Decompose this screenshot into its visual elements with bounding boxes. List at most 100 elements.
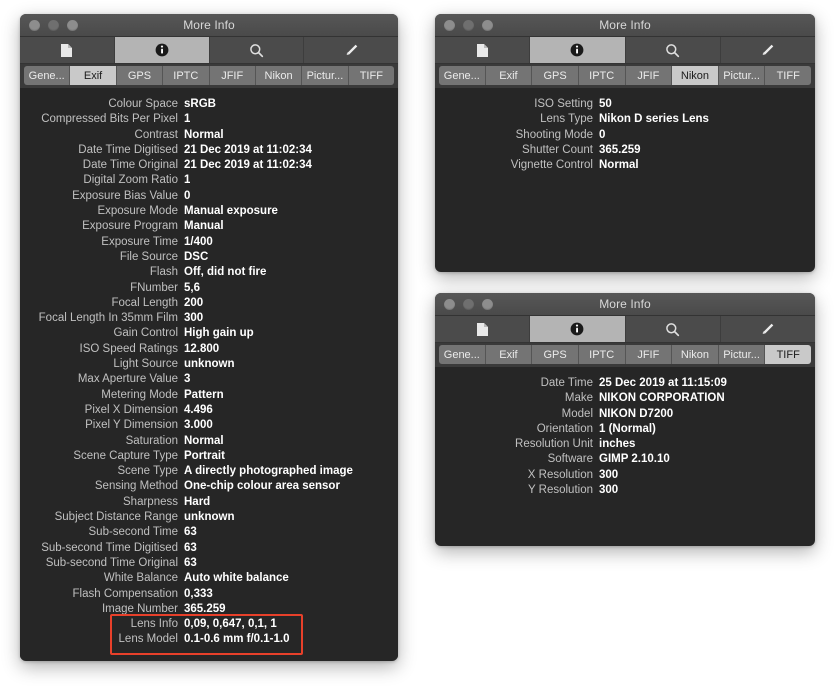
tab-general[interactable]: Gene... — [24, 66, 71, 85]
tab-nikon[interactable]: Nikon — [672, 345, 719, 364]
traffic-lights[interactable] — [20, 19, 78, 31]
search-icon-button[interactable] — [625, 316, 721, 342]
metadata-value: 1 — [184, 113, 191, 126]
metadata-row: Scene Type A directly photographed image — [20, 464, 398, 479]
metadata-row: Contrast Normal — [20, 128, 398, 143]
info-icon — [570, 322, 584, 336]
toolbar[interactable] — [20, 37, 398, 64]
metadata-value: 3 — [184, 373, 191, 386]
document-icon-button[interactable] — [20, 37, 115, 63]
metadata-label: Focal Length — [111, 296, 179, 309]
more-info-window-nikon[interactable]: More Info Gene... Exif GPS IPTC JFIF Nik… — [435, 14, 815, 272]
traffic-lights[interactable] — [435, 298, 493, 310]
metadata-value: 300 — [184, 312, 204, 325]
titlebar[interactable]: More Info — [435, 293, 815, 316]
metadata-label: X Resolution — [527, 468, 593, 481]
metadata-value: Auto white balance — [184, 572, 289, 585]
tab-jfif[interactable]: JFIF — [625, 345, 673, 364]
pencil-icon-button[interactable] — [304, 37, 398, 63]
metadata-row: File Source DSC — [20, 250, 398, 265]
tab-exif[interactable]: Exif — [485, 66, 533, 85]
close-button[interactable] — [444, 19, 455, 31]
minimize-button[interactable] — [463, 19, 474, 31]
metadata-row: Sub-second Time Digitised 63 — [20, 541, 398, 556]
metadata-label: Pixel X Dimension — [84, 403, 178, 416]
info-icon-button[interactable] — [114, 37, 210, 63]
tab-iptc[interactable]: IPTC — [578, 345, 626, 364]
metadata-label: Image Number — [101, 602, 178, 615]
tab-picture[interactable]: Pictur... — [302, 66, 349, 85]
more-info-window-exif[interactable]: More Info Gene... Exif GPS IPTC JFIF Nik… — [20, 14, 398, 661]
minimize-button[interactable] — [463, 298, 474, 310]
metadata-label: Colour Space — [108, 98, 178, 110]
search-icon-button[interactable] — [625, 37, 721, 63]
metadata-row: Shutter Count 365.259 — [435, 143, 815, 158]
info-icon-button[interactable] — [530, 316, 626, 342]
traffic-lights[interactable] — [435, 19, 493, 31]
titlebar[interactable]: More Info — [20, 14, 398, 37]
tab-picture[interactable]: Pictur... — [718, 66, 766, 85]
tab-general[interactable]: Gene... — [439, 345, 486, 364]
metadata-label: Sensing Method — [94, 480, 178, 493]
metadata-row: Flash Off, did not fire — [20, 265, 398, 280]
tab-jfif[interactable]: JFIF — [209, 66, 256, 85]
maximize-button[interactable] — [482, 19, 493, 31]
close-button[interactable] — [29, 19, 40, 31]
titlebar[interactable]: More Info — [435, 14, 815, 37]
tab-general[interactable]: Gene... — [439, 66, 486, 85]
tab-jfif[interactable]: JFIF — [625, 66, 673, 85]
tab-gps[interactable]: GPS — [116, 66, 164, 85]
pencil-icon-button[interactable] — [720, 37, 815, 63]
tab-nikon[interactable]: Nikon — [672, 66, 719, 85]
metadata-value: 1 (Normal) — [599, 422, 656, 435]
metadata-value: 300 — [599, 484, 619, 497]
metadata-label: Flash — [149, 266, 178, 279]
metadata-row: Make NIKON CORPORATION — [435, 391, 815, 406]
pencil-icon-button[interactable] — [720, 316, 815, 342]
metadata-row: Date Time Digitised 21 Dec 2019 at 11:02:… — [20, 143, 398, 158]
metadata-label: Y Resolution — [528, 484, 593, 497]
tab-exif[interactable]: Exif — [485, 345, 533, 364]
metadata-label: Max Aperture Value — [77, 373, 178, 386]
metadata-row: Exposure Time 1/400 — [20, 235, 398, 250]
tab-gps[interactable]: GPS — [532, 66, 579, 85]
tab-iptc[interactable]: IPTC — [578, 66, 626, 85]
metadata-value: 300 — [599, 468, 619, 481]
metadata-label: Lens Model — [118, 633, 178, 646]
metadata-value: 0,333 — [184, 587, 213, 600]
metadata-label: Lens Type — [540, 113, 593, 126]
metadata-label: Make — [564, 392, 593, 405]
metadata-value: 50 — [599, 98, 612, 110]
tab-nikon[interactable]: Nikon — [255, 66, 303, 85]
tabbar[interactable]: Gene... Exif GPS IPTC JFIF Nikon Pictur.… — [20, 64, 398, 88]
metadata-row: Focal Length In 35mm Film 300 — [20, 311, 398, 326]
maximize-button[interactable] — [67, 19, 78, 31]
search-icon-button[interactable] — [209, 37, 305, 63]
metadata-value: Off, did not fire — [184, 266, 267, 279]
tab-tiff[interactable]: TIFF — [765, 345, 811, 364]
document-icon-button[interactable] — [435, 37, 531, 63]
more-info-window-tiff[interactable]: More Info Gene... Exif GPS IPTC JFIF Nik… — [435, 293, 815, 546]
metadata-value: One-chip colour area sensor — [184, 480, 340, 493]
info-icon — [155, 43, 169, 57]
tabbar[interactable]: Gene... Exif GPS IPTC JFIF Nikon Pictur.… — [435, 343, 815, 367]
minimize-button[interactable] — [48, 19, 59, 31]
info-icon-button[interactable] — [530, 37, 626, 63]
toolbar[interactable] — [435, 37, 815, 64]
tab-gps[interactable]: GPS — [532, 345, 579, 364]
tab-tiff[interactable]: TIFF — [348, 66, 394, 85]
tabbar[interactable]: Gene... Exif GPS IPTC JFIF Nikon Pictur.… — [435, 64, 815, 88]
document-icon — [476, 322, 489, 337]
close-button[interactable] — [444, 298, 455, 310]
maximize-button[interactable] — [482, 298, 493, 310]
tab-iptc[interactable]: IPTC — [163, 66, 210, 85]
document-icon-button[interactable] — [435, 316, 531, 342]
toolbar[interactable] — [435, 316, 815, 343]
metadata-value: A directly photographed image — [184, 465, 353, 478]
tab-picture[interactable]: Pictur... — [718, 345, 766, 364]
search-icon — [249, 43, 264, 58]
tab-tiff[interactable]: TIFF — [765, 66, 811, 85]
metadata-row: X Resolution 300 — [435, 468, 815, 483]
metadata-label: Saturation — [125, 434, 178, 447]
tab-exif[interactable]: Exif — [70, 66, 117, 85]
